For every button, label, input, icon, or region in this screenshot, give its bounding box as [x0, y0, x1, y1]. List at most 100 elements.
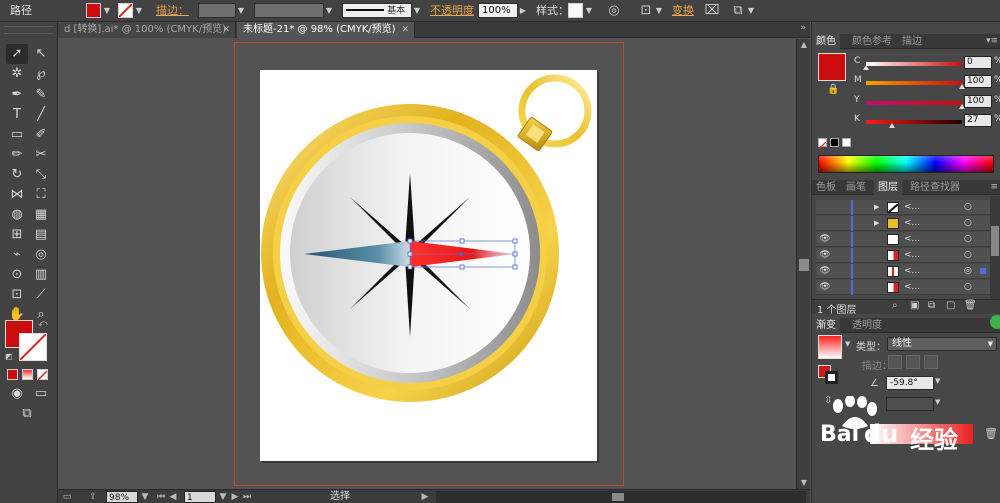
yellow-value[interactable]: 100	[964, 95, 992, 108]
yellow-slider[interactable]: Y 100 %	[852, 95, 1000, 109]
layer-name[interactable]: <...	[904, 280, 920, 295]
status-menu-icon[interactable]: ▶	[420, 491, 430, 503]
gradient-tool-icon[interactable]: ▤	[30, 225, 52, 245]
free-transform-tool-icon[interactable]: ⛶	[30, 185, 52, 205]
blend-tool-icon[interactable]: ◎	[30, 245, 52, 265]
eyedropper-tool-icon[interactable]: ⌁	[6, 245, 28, 265]
gradient-mode-icon[interactable]	[22, 369, 33, 380]
recolor-artwork-icon[interactable]: ◎	[606, 3, 622, 19]
tab-layers[interactable]: 图层	[874, 180, 902, 195]
next-artboard-icon[interactable]: ▶	[230, 491, 240, 503]
layer-name[interactable]: <...	[904, 232, 920, 247]
layer-name[interactable]: <...	[904, 248, 920, 263]
feedback-badge-icon[interactable]	[990, 315, 1000, 329]
stroke-weight-field[interactable]	[198, 3, 236, 18]
artboard-tool-icon[interactable]: ⊡	[6, 285, 28, 305]
paintbrush-tool-icon[interactable]: ✐	[30, 125, 52, 145]
stroke-swatch[interactable]	[118, 3, 133, 18]
cyan-knob[interactable]	[863, 65, 869, 70]
color-mode-icon[interactable]	[7, 369, 18, 380]
none-color-swatch[interactable]	[818, 138, 827, 150]
last-artboard-icon[interactable]: ⏭	[242, 491, 252, 503]
opacity-dropdown-icon[interactable]: ▶	[518, 3, 528, 18]
color-panel-fill-swatch[interactable]	[818, 53, 846, 81]
layer-row[interactable]: 👁 <... ◎	[816, 264, 992, 279]
magenta-slider[interactable]: M 100 %	[852, 75, 1000, 89]
gradient-stroke-box[interactable]	[825, 371, 838, 384]
tools-grip[interactable]	[4, 26, 54, 34]
angle-dropdown-icon[interactable]: ▼	[935, 377, 940, 385]
lasso-tool-icon[interactable]: ℘	[30, 64, 52, 84]
prev-artboard-icon[interactable]: ◀	[168, 491, 178, 503]
panel-menu-icon[interactable]: ≡	[990, 180, 998, 195]
layer-name[interactable]: <...	[904, 200, 920, 215]
artboard[interactable]	[260, 70, 597, 461]
stroke-weight-dropdown-icon[interactable]: ▼	[236, 3, 246, 18]
tab-swatches[interactable]: 色板	[812, 180, 840, 195]
compass-artwork[interactable]	[260, 70, 597, 461]
swap-colors-icon[interactable]: ⤺	[38, 319, 48, 329]
gradient-angle-field[interactable]: -59.8°	[886, 376, 934, 390]
scale-tool-icon[interactable]: ⤡	[30, 165, 52, 185]
isolate-icon[interactable]: ⌧	[704, 3, 720, 19]
tab-transparency[interactable]: 透明度	[848, 318, 886, 333]
selected-indicator[interactable]	[980, 268, 986, 274]
stroke-within-icon[interactable]	[888, 355, 902, 369]
first-artboard-icon[interactable]: ⏮	[156, 491, 166, 503]
layers-scrollbar[interactable]	[990, 196, 1000, 299]
scrollbar-thumb[interactable]	[799, 259, 809, 271]
gradient-dropdown-icon[interactable]: ▼	[845, 340, 850, 348]
status-export-icon[interactable]: ⇪	[88, 491, 98, 503]
target-icon[interactable]: ○	[964, 280, 972, 295]
zoom-dropdown-icon[interactable]: ▼	[140, 491, 150, 503]
width-tool-icon[interactable]: ⋈	[6, 185, 28, 205]
transform-label[interactable]: 变换	[672, 3, 694, 19]
draw-mode-icon[interactable]: ◉	[6, 384, 28, 404]
selection-tool-icon[interactable]: ➚	[6, 44, 28, 64]
rotate-tool-icon[interactable]: ↻	[6, 165, 28, 185]
arrange-dropdown-icon[interactable]: ▼	[746, 3, 756, 18]
target-icon[interactable]: ○	[964, 232, 972, 247]
black-knob[interactable]	[889, 123, 895, 128]
yellow-track[interactable]	[866, 101, 962, 105]
tab-pathfinder[interactable]: 路径查找器	[906, 180, 964, 195]
eye-icon[interactable]: 👁	[818, 280, 832, 295]
curvature-tool-icon[interactable]: ✎	[30, 85, 52, 105]
color-spectrum[interactable]	[818, 155, 994, 173]
line-tool-icon[interactable]: ╱	[30, 105, 52, 125]
gradient-preview[interactable]	[818, 335, 842, 359]
target-icon[interactable]: ○	[964, 216, 972, 231]
twirl-icon[interactable]: ▶	[874, 216, 879, 231]
arrange-icon[interactable]: ⧉	[730, 3, 746, 19]
layer-row[interactable]: ▶ <... ○	[816, 200, 992, 215]
layer-row[interactable]: 👁 <... ○	[816, 248, 992, 263]
black-value[interactable]: 27	[964, 114, 992, 127]
black-color-swatch[interactable]	[830, 138, 839, 147]
twirl-icon[interactable]: ▶	[874, 200, 879, 215]
delete-layer-icon[interactable]: 🗑	[964, 300, 977, 311]
black-track[interactable]	[866, 120, 962, 124]
symbol-sprayer-tool-icon[interactable]: ⊙	[6, 265, 28, 285]
stroke-label[interactable]: 描边：	[156, 3, 189, 19]
tab-color-guide[interactable]: 颜色参考	[848, 34, 896, 49]
pen-tool-icon[interactable]: ✒	[6, 85, 28, 105]
target-icon[interactable]: ○	[964, 248, 972, 263]
shape-builder-tool-icon[interactable]: ◍	[6, 205, 28, 225]
panel-menu-icon[interactable]: ▾≡	[986, 34, 998, 49]
tab-document-2[interactable]: 未标题-21* @ 98% (CMYK/预览) ✕	[237, 22, 415, 38]
scroll-down-icon[interactable]: ▼	[797, 477, 811, 489]
cyan-track[interactable]	[866, 62, 962, 66]
stroke-across-icon[interactable]	[924, 355, 938, 369]
target-icon[interactable]: ○	[964, 200, 972, 215]
tab-document-1[interactable]: d [转换].ai* @ 100% (CMYK/预览) ✕	[58, 22, 236, 38]
layer-name[interactable]: <...	[904, 216, 920, 231]
scissors-tool-icon[interactable]: ✂	[30, 145, 52, 165]
opacity-field[interactable]: 100%	[478, 3, 518, 18]
tab-stroke[interactable]: 描边	[898, 34, 926, 49]
change-screen-mode-icon[interactable]: ⧉	[16, 404, 38, 424]
align-dropdown-icon[interactable]: ▼	[654, 3, 664, 18]
horizontal-scrollbar-thumb[interactable]	[612, 493, 624, 501]
magic-wand-tool-icon[interactable]: ✲	[6, 64, 28, 84]
screen-mode-icon[interactable]: ▭	[30, 384, 52, 404]
magenta-track[interactable]	[866, 81, 962, 85]
